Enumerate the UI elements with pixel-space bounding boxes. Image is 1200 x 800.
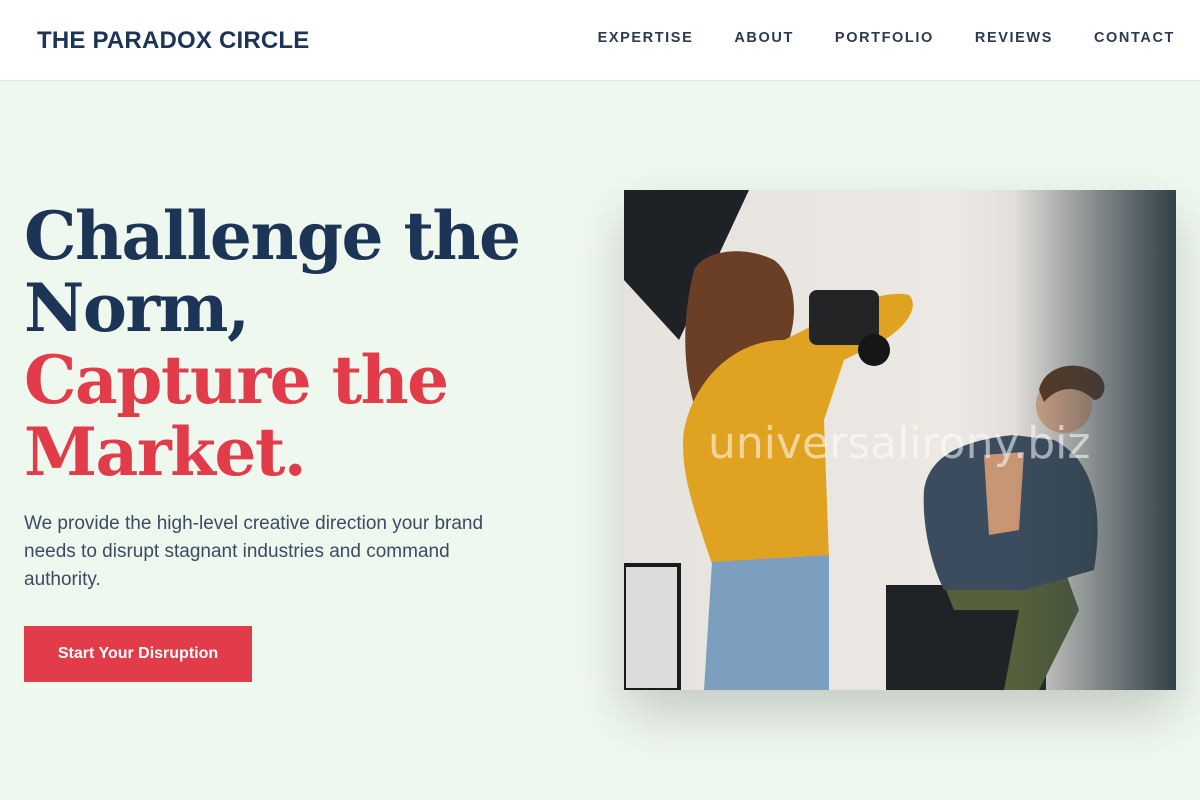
start-disruption-button[interactable]: Start Your Disruption xyxy=(24,626,252,682)
hero-description: We provide the high-level creative direc… xyxy=(24,513,484,590)
photographer-jeans xyxy=(704,555,829,690)
hero-photo: universalirony.biz xyxy=(624,190,1176,690)
nav-portfolio[interactable]: PORTFOLIO xyxy=(835,30,934,46)
nav-expertise[interactable]: EXPERTISE xyxy=(598,30,694,46)
softbox-bottom xyxy=(624,563,681,690)
nav-reviews[interactable]: REVIEWS xyxy=(975,30,1053,46)
hero-title-line-3: Capture the xyxy=(24,341,449,419)
nav-about[interactable]: ABOUT xyxy=(734,30,794,46)
site-header: THE PARADOX CIRCLE EXPERTISE ABOUT PORTF… xyxy=(0,0,1200,81)
photo-watermark: universalirony.biz xyxy=(708,418,1090,469)
hero-title: Challenge the Norm, Capture the Market. xyxy=(24,200,584,488)
hero-title-line-2: Norm, xyxy=(24,269,250,347)
camera-lens xyxy=(858,334,890,366)
hero-title-line-1: Challenge the xyxy=(24,197,521,275)
nav-contact[interactable]: CONTACT xyxy=(1094,30,1175,46)
brand-logo[interactable]: THE PARADOX CIRCLE xyxy=(37,27,310,55)
main-nav: EXPERTISE ABOUT PORTFOLIO REVIEWS CONTAC… xyxy=(557,30,1175,46)
hero-title-line-4: Market. xyxy=(24,413,307,491)
photo-shoot-illustration: universalirony.biz xyxy=(624,190,1176,690)
